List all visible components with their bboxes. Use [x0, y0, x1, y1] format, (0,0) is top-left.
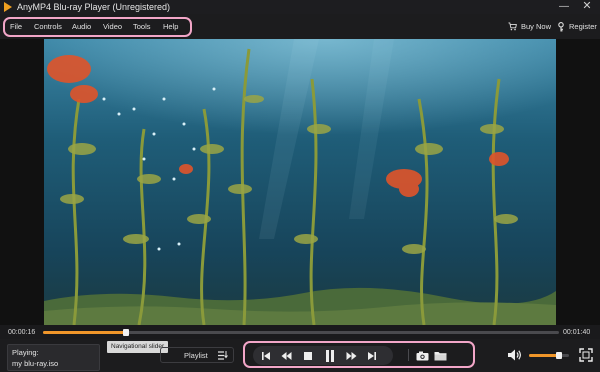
close-button[interactable]: ✕	[580, 0, 594, 13]
now-playing-box: Playing: my blu-ray.iso	[7, 344, 100, 371]
fast-forward-icon[interactable]	[343, 348, 359, 364]
playing-filename: my blu-ray.iso	[12, 359, 59, 368]
menu-audio[interactable]: Audio	[72, 22, 91, 32]
current-time: 00:00:16	[8, 329, 36, 336]
progress-fill	[43, 331, 126, 334]
volume-fill	[529, 354, 559, 357]
window-title: AnyMP4 Blu-ray Player (Unregistered)	[17, 2, 171, 12]
folder-icon[interactable]	[432, 348, 448, 364]
navigational-slider[interactable]	[43, 329, 559, 336]
buy-now-button[interactable]: Buy Now	[508, 21, 551, 32]
playing-label: Playing:	[12, 348, 39, 357]
register-label: Register	[569, 22, 597, 31]
fullscreen-icon[interactable]	[579, 348, 593, 362]
skip-previous-icon[interactable]	[258, 348, 274, 364]
video-frame-underwater-kelp	[44, 39, 556, 325]
title-bar: AnyMP4 Blu-ray Player (Unregistered) — ✕	[0, 0, 600, 14]
menu-help[interactable]: Help	[163, 22, 178, 32]
register-button[interactable]: Register	[557, 21, 597, 32]
cart-icon	[508, 22, 517, 31]
menu-controls[interactable]: Controls	[34, 22, 62, 32]
slider-tooltip: Navigational slider	[107, 341, 169, 353]
menu-tools[interactable]: Tools	[133, 22, 151, 32]
buy-now-label: Buy Now	[521, 22, 552, 31]
stop-icon[interactable]	[300, 348, 316, 364]
menu-file[interactable]: File	[10, 22, 22, 32]
rewind-icon[interactable]	[278, 348, 294, 364]
timeline-bar: 00:00:16 00:01:40	[0, 325, 600, 339]
key-icon	[558, 21, 564, 31]
total-time: 00:01:40	[563, 329, 591, 336]
progress-thumb[interactable]	[122, 329, 129, 336]
pause-icon[interactable]	[322, 348, 338, 364]
video-display[interactable]	[0, 39, 600, 325]
controls-divider	[408, 349, 409, 361]
playlist-label: Playlist	[184, 350, 208, 360]
minimize-button[interactable]: —	[557, 0, 571, 13]
menu-video[interactable]: Video	[103, 22, 122, 32]
menu-bar: File Controls Audio Video Tools Help Buy…	[0, 15, 600, 39]
volume-slider[interactable]	[529, 352, 569, 359]
volume-icon[interactable]	[507, 348, 523, 362]
control-bar: Playing: my blu-ray.iso Navigational sli…	[0, 339, 600, 372]
kelp-forest-video-image	[44, 39, 556, 325]
volume-thumb[interactable]	[556, 352, 562, 359]
playlist-icon	[218, 350, 228, 360]
skip-next-icon[interactable]	[364, 348, 380, 364]
app-logo-icon	[4, 2, 12, 12]
camera-snapshot-icon[interactable]	[414, 348, 430, 364]
playlist-button[interactable]: Playlist	[160, 347, 234, 363]
